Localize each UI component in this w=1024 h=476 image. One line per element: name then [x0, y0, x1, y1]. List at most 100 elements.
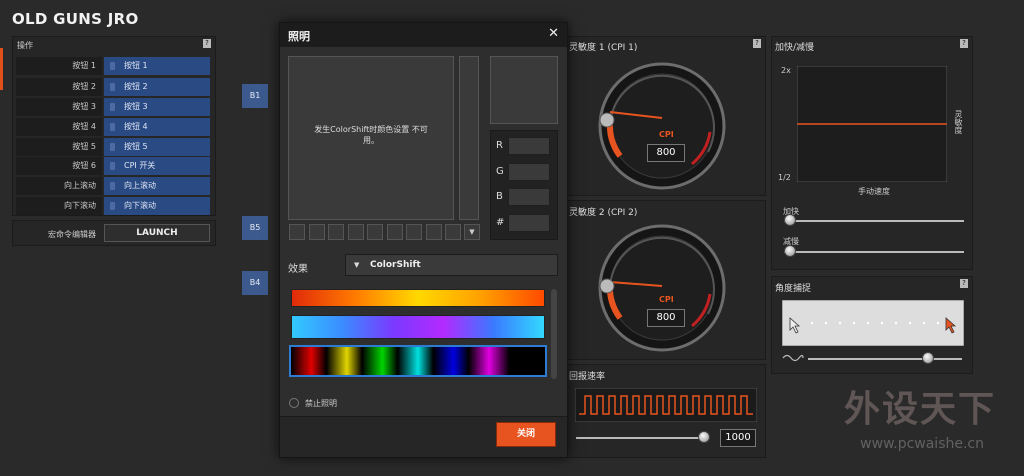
color-unavailable-message: 发生ColorShift时颜色设置 不可用。 — [314, 125, 428, 145]
chevron-down-icon: ▼ — [354, 261, 360, 269]
decel-slider-track[interactable] — [784, 251, 964, 253]
accel-y-bottom: 1/2 — [778, 173, 791, 182]
color-swatch[interactable] — [386, 224, 403, 240]
help-icon[interactable]: ? — [753, 39, 761, 48]
color-swatch[interactable] — [347, 224, 364, 240]
button-chip-b1[interactable]: B1 — [242, 84, 268, 108]
cpi-gauge-2[interactable] — [596, 222, 728, 352]
mapping-action-select[interactable]: 按钮 1 — [104, 57, 210, 75]
accel-y-label: 灵敏度 — [954, 110, 963, 134]
sensitivity-title-1: 灵敏度 1 (CPI 1) — [569, 43, 638, 53]
help-icon[interactable]: ? — [960, 279, 968, 288]
color-swatch[interactable] — [308, 224, 325, 240]
help-icon[interactable]: ? — [960, 39, 968, 48]
mapping-action-label: 按钮 3 — [124, 102, 148, 111]
mapping-row: 向上滚动 向上滚动 — [16, 177, 210, 195]
lock-icon — [110, 123, 115, 131]
decel-slider-knob[interactable] — [784, 245, 796, 257]
mapping-row: 按钮 3 按钮 3 — [16, 98, 210, 116]
mapping-action-select[interactable]: 向下滚动 — [104, 197, 210, 215]
mapping-action-label: 向下滚动 — [124, 201, 156, 210]
color-swatch[interactable] — [406, 224, 422, 240]
effect-label: 效果 — [288, 264, 308, 275]
lock-icon — [110, 182, 115, 190]
mapping-action-select[interactable]: 按钮 2 — [104, 78, 210, 96]
mapping-button-label: 按钮 1 — [16, 57, 102, 75]
angle-slider-knob[interactable] — [922, 352, 934, 364]
lock-icon — [110, 162, 115, 170]
polling-slider-knob[interactable] — [698, 431, 710, 443]
cpi-value-2[interactable]: 800 — [647, 309, 685, 327]
color-swatch[interactable] — [425, 224, 442, 240]
gradient-spectrum-selected[interactable] — [289, 345, 547, 377]
dialog-close-button[interactable]: 关闭 — [496, 422, 556, 447]
rgb-label: G — [496, 166, 504, 177]
mapping-button-label: 按钮 5 — [16, 138, 102, 156]
polling-value[interactable]: 1000 — [720, 429, 756, 447]
help-icon[interactable]: ? — [203, 39, 211, 48]
sensitivity-title-2: 灵敏度 2 (CPI 2) — [569, 208, 638, 218]
lock-icon — [110, 103, 115, 111]
dialog-title: 照明 — [288, 30, 310, 43]
close-icon[interactable]: ✕ — [548, 26, 559, 41]
accel-x-label: 手动速度 — [858, 187, 890, 196]
lock-icon — [110, 83, 115, 91]
mapping-action-select[interactable]: 向上滚动 — [104, 177, 210, 195]
swatch-dropdown[interactable]: ▼ — [464, 224, 480, 240]
accel-slider-track[interactable] — [784, 220, 964, 222]
angle-slider-track[interactable] — [808, 358, 962, 360]
mapping-action-select[interactable]: 按钮 4 — [104, 118, 210, 136]
mapping-header: 操作 — [17, 41, 33, 50]
rgb-label: # — [496, 217, 505, 228]
button-chip-b5[interactable]: B5 — [242, 216, 268, 240]
rgb-input[interactable] — [508, 137, 550, 155]
launch-button[interactable]: LAUNCH — [104, 224, 210, 242]
gradient-cool[interactable] — [291, 315, 545, 339]
lock-icon — [110, 143, 115, 151]
watermark-text: 外设天下 — [843, 389, 996, 430]
disable-lighting-checkbox[interactable] — [289, 398, 299, 408]
cpi-label-2: CPI — [659, 295, 674, 304]
rgb-input[interactable] — [508, 214, 550, 232]
effect-select[interactable]: ▼ ColorShift — [345, 254, 558, 276]
watermark-url: www.pcwaishe.cn — [860, 436, 984, 452]
angle-snapping-preview — [782, 300, 964, 346]
color-swatch[interactable] — [289, 224, 305, 240]
mapping-row: 按钮 4 按钮 4 — [16, 118, 210, 136]
mapping-action-select[interactable]: CPI 开关 — [104, 157, 210, 175]
mapping-action-select[interactable]: 按钮 5 — [104, 138, 210, 156]
accel-title: 加快/减慢 — [775, 43, 815, 53]
polling-slider-track[interactable] — [576, 437, 708, 439]
accel-curve-graph[interactable] — [797, 66, 947, 182]
rgb-label: R — [496, 140, 503, 151]
gradient-fire[interactable] — [291, 289, 545, 307]
rgb-input[interactable] — [508, 163, 550, 181]
mapping-row: 按钮 5 按钮 5 — [16, 138, 210, 156]
color-swatch[interactable] — [328, 224, 344, 240]
mapping-button-label: 向上滚动 — [16, 177, 102, 195]
angle-title: 角度捕捉 — [775, 284, 812, 294]
app-title: OLD GUNS JRO — [12, 10, 139, 28]
button-chip-b4[interactable]: B4 — [242, 271, 268, 295]
mapping-row: 按钮 6 CPI 开关 — [16, 157, 210, 175]
mapping-button-label: 按钮 3 — [16, 98, 102, 116]
color-swatch[interactable] — [367, 224, 383, 240]
cpi-gauge-1[interactable] — [596, 60, 728, 190]
gradient-scrollbar[interactable] — [551, 289, 557, 379]
cpi-label-1: CPI — [659, 130, 674, 139]
mapping-action-label: 按钮 2 — [124, 82, 148, 91]
wave-icon — [782, 354, 804, 362]
hue-bar[interactable] — [459, 56, 479, 220]
mapping-action-select[interactable]: 按钮 3 — [104, 98, 210, 116]
mapping-action-label: CPI 开关 — [124, 161, 156, 170]
mapping-action-label: 按钮 4 — [124, 122, 148, 131]
cpi-value-1[interactable]: 800 — [647, 144, 685, 162]
accel-slider-knob[interactable] — [784, 214, 796, 226]
color-preview — [490, 56, 558, 124]
mapping-button-label: 向下滚动 — [16, 197, 102, 215]
rgb-input[interactable] — [508, 188, 550, 206]
color-swatch[interactable] — [445, 224, 461, 240]
accel-y-top: 2x — [781, 66, 791, 75]
mapping-button-label: 按钮 6 — [16, 157, 102, 175]
mapping-action-label: 按钮 1 — [124, 61, 148, 70]
